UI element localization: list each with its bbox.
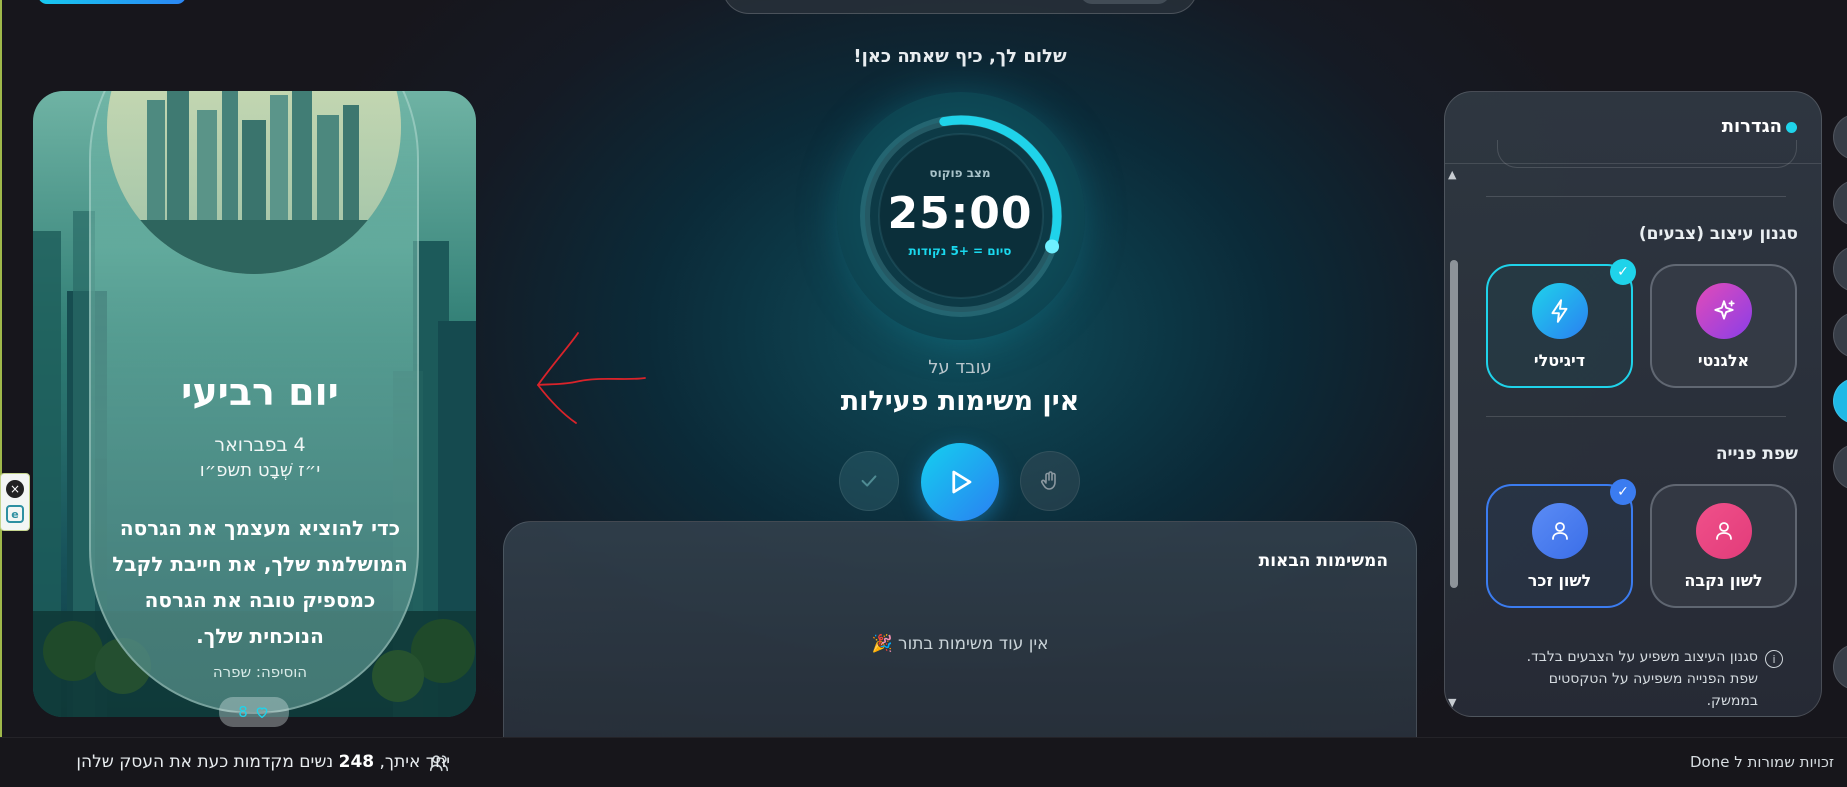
complete-button[interactable]: [839, 451, 899, 511]
style-section-title: סגנון עיצוב (צבעים): [1638, 224, 1798, 244]
copyright-text: זכויות שמורות ל Done: [1690, 753, 1835, 771]
style-option-elegant-label: אלגנטי: [1697, 350, 1750, 370]
timer-time: 25:00: [887, 188, 1033, 239]
pause-button[interactable]: [1020, 451, 1080, 511]
next-tasks-empty: אין עוד משימות בתור 🎉: [871, 634, 1049, 654]
address-option-female[interactable]: לשון נקבה: [1650, 484, 1797, 608]
current-task-label: עובד על: [928, 357, 992, 378]
timer-bonus: סיום = +5 נקודות: [908, 244, 1012, 258]
greeting-text: שלום לך, כיף שאתה כאן!: [853, 46, 1067, 67]
user-icon: [1695, 502, 1752, 559]
window-edge: [0, 0, 2, 787]
like-button[interactable]: 8: [219, 697, 289, 727]
gregorian-date: 4 בפברואר: [214, 434, 306, 456]
scroll-down-arrow[interactable]: ▼: [1448, 696, 1456, 709]
style-option-digital-label: דיגיטלי: [1533, 350, 1586, 370]
settings-title: הגדרות: [1721, 116, 1782, 137]
play-button[interactable]: [921, 443, 999, 521]
rail-button-active[interactable]: [1833, 378, 1847, 424]
community-counter: יחד איתך, 248 נשים מקדמות כעת את העסק של…: [20, 752, 450, 772]
settings-divider: [1486, 196, 1786, 197]
close-icon[interactable]: ×: [6, 480, 24, 498]
address-option-male[interactable]: לשון זכר: [1486, 484, 1633, 608]
quote-author: הוסיפה: שפרה: [212, 663, 308, 681]
current-task-value: אין משימות פעילות: [840, 386, 1080, 417]
rail-button-7[interactable]: [1833, 644, 1847, 690]
top-search-button[interactable]: [1080, 0, 1170, 4]
rail-button-3[interactable]: [1833, 246, 1847, 292]
selected-check-icon: ✓: [1610, 479, 1636, 505]
address-section-title: שפת פנייה: [1715, 444, 1798, 464]
timer-mode-label: מצב פוקוס: [929, 166, 991, 180]
style-option-elegant[interactable]: אלגנטי: [1650, 264, 1797, 388]
style-option-digital[interactable]: דיגיטלי: [1486, 264, 1633, 388]
lightning-icon: [1531, 282, 1588, 339]
community-count: 248: [338, 752, 375, 772]
selected-check-icon: ✓: [1610, 259, 1636, 285]
scroll-up-arrow[interactable]: ▲: [1448, 168, 1456, 181]
hebrew-date: י״ז שְׁבָט תשפ״ו: [199, 460, 321, 481]
daily-quote: כדי להוציא מעצמך את הגרסה המושלמת שלך, א…: [112, 516, 408, 648]
settings-divider: [1486, 416, 1786, 417]
rail-button-6[interactable]: [1833, 444, 1847, 490]
hand-icon: [1041, 471, 1056, 490]
rail-button-4[interactable]: [1833, 312, 1847, 358]
settings-info-text: סגנון העיצוב משפיע על הצבעים בלבד. שפת ה…: [1526, 649, 1758, 709]
info-icon: i: [1765, 650, 1783, 668]
community-prefix: יחד איתך,: [379, 752, 450, 772]
address-option-male-label: לשון זכר: [1527, 570, 1592, 590]
e-icon[interactable]: e: [6, 505, 24, 523]
sparkles-icon: [1695, 282, 1752, 339]
settings-panel: [1444, 91, 1822, 717]
next-tasks-title: המשימות הבאות: [1258, 551, 1388, 571]
top-action-button[interactable]: [38, 0, 186, 4]
previous-section-fragment: [1497, 140, 1797, 168]
settings-status-dot: [1786, 122, 1797, 133]
rail-button-2[interactable]: [1833, 180, 1847, 226]
day-name: יום רביעי: [181, 370, 339, 414]
check-icon: [861, 475, 877, 487]
annotation-arrow: [536, 332, 646, 424]
community-suffix: נשים מקדמות כעת את העסק שלהן: [76, 752, 334, 772]
like-count: 8: [238, 703, 248, 721]
play-icon: [952, 470, 972, 494]
rail-button-1[interactable]: [1833, 114, 1847, 160]
address-option-female-label: לשון נקבה: [1684, 570, 1763, 590]
settings-scrollbar[interactable]: [1450, 260, 1458, 588]
user-icon: [1531, 502, 1588, 559]
heart-icon: [256, 707, 268, 719]
